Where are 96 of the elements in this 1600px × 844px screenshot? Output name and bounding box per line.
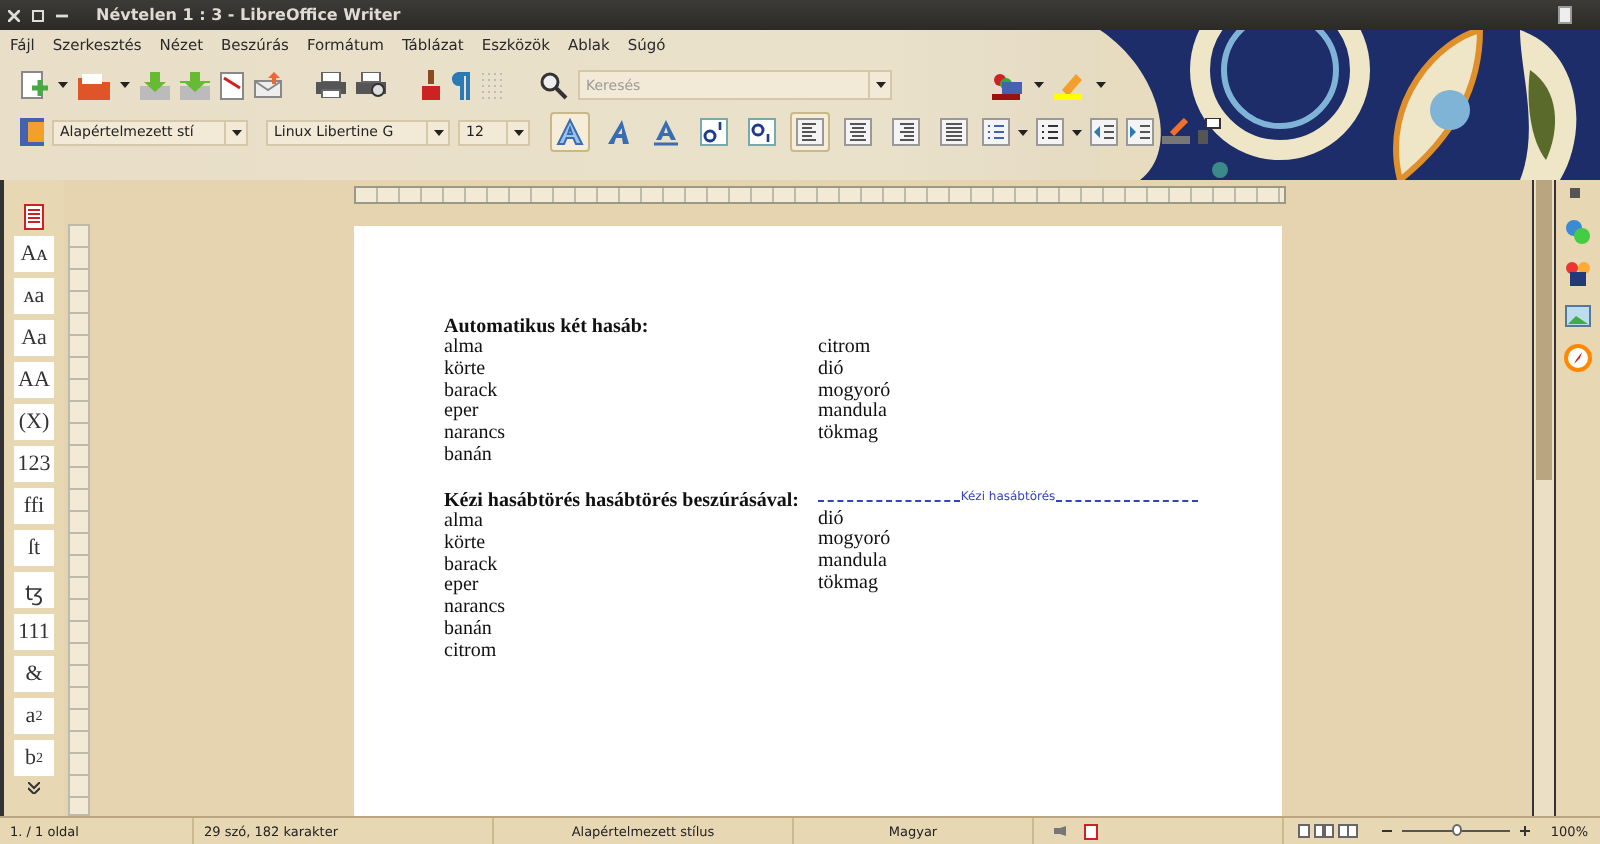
text-line: tökmag xyxy=(818,424,880,446)
envelope-icon[interactable] xyxy=(254,72,284,98)
text-line: dió xyxy=(818,360,846,382)
text-line: alma xyxy=(444,512,485,534)
glyph-button[interactable]: Aᴀ xyxy=(14,236,54,272)
new-document-icon[interactable] xyxy=(20,70,48,100)
text-line: barack xyxy=(444,381,500,403)
list-icon[interactable] xyxy=(982,118,1010,146)
glyph-button[interactable]: AA xyxy=(14,362,54,398)
signature-icon[interactable] xyxy=(1084,823,1098,839)
text-line: banán xyxy=(444,445,494,468)
glyph-button[interactable]: ꜩ xyxy=(14,572,54,608)
grid-icon xyxy=(480,71,508,99)
text-line: mandula xyxy=(818,402,887,424)
subscript-icon xyxy=(748,118,776,146)
text-line: banán xyxy=(444,619,494,642)
glyph-button[interactable]: Aa xyxy=(14,320,54,356)
caret-icon[interactable] xyxy=(1096,82,1106,88)
caret-icon[interactable] xyxy=(1034,82,1044,88)
align-center-button[interactable] xyxy=(838,112,878,152)
minimize-icon[interactable] xyxy=(56,9,68,21)
gallery-icon[interactable] xyxy=(1564,260,1592,288)
book-view-icon[interactable] xyxy=(1338,824,1359,838)
subscript-button[interactable] xyxy=(742,112,782,152)
text-line: mogyoró xyxy=(818,381,893,403)
pilcrow-icon[interactable] xyxy=(452,71,470,99)
italic-font-icon xyxy=(604,118,632,146)
align-left-icon xyxy=(796,118,824,146)
gallery-icon[interactable] xyxy=(992,71,1024,99)
text-line: mogyoró xyxy=(818,530,893,552)
outline-font-icon xyxy=(556,118,584,146)
search-icon[interactable] xyxy=(540,71,568,99)
window-title: Névtelen 1 : 3 - LibreOffice Writer xyxy=(96,6,401,24)
two-page-icon[interactable] xyxy=(1314,824,1335,838)
folder-icon[interactable] xyxy=(78,71,110,99)
glyph-button[interactable]: ᴀa xyxy=(14,278,54,314)
text-line: citrom xyxy=(444,641,499,663)
section-heading: Automatikus két hasáb: xyxy=(444,317,651,338)
text-line: tökmag xyxy=(818,573,880,595)
section-heading: Kézi hasábtörés hasábtörés beszúrásával: xyxy=(444,491,801,512)
numbered-list-icon[interactable] xyxy=(1036,118,1064,146)
single-page-icon[interactable] xyxy=(1298,824,1311,838)
caret-icon[interactable] xyxy=(1072,129,1082,135)
caret-icon[interactable] xyxy=(1018,129,1028,135)
text-line: citrom xyxy=(818,338,873,360)
styles-icon[interactable] xyxy=(1564,218,1592,246)
style-list-icon[interactable] xyxy=(20,118,44,146)
text-line: eper xyxy=(444,576,481,599)
zoom-slider-thumb[interactable] xyxy=(1451,824,1462,836)
text-line: dió xyxy=(818,509,846,530)
glyph-button[interactable]: 123 xyxy=(14,446,54,482)
scrollbar[interactable] xyxy=(1532,180,1556,816)
align-center-icon xyxy=(844,118,872,146)
outline-font-button[interactable] xyxy=(550,112,590,152)
sidebar-menu-icon[interactable] xyxy=(1570,188,1586,204)
glyph-button[interactable]: ffi xyxy=(14,488,54,524)
glyph-button[interactable]: ſt xyxy=(14,530,54,566)
caret-icon[interactable] xyxy=(513,129,523,135)
more-icon[interactable] xyxy=(28,782,40,794)
align-right-icon xyxy=(892,118,920,146)
text-line: mandula xyxy=(818,552,889,574)
zoom-in-icon[interactable] xyxy=(1520,826,1531,836)
caret-icon[interactable] xyxy=(231,129,241,135)
superscript-icon xyxy=(700,118,728,146)
text-line: narancs xyxy=(444,598,508,620)
picture-icon[interactable] xyxy=(1564,302,1592,330)
align-left-button[interactable] xyxy=(790,112,830,152)
glyph-button[interactable]: & xyxy=(14,656,54,692)
glyph-button[interactable]: (X) xyxy=(14,404,54,440)
align-right-button[interactable] xyxy=(886,112,926,152)
justify-icon xyxy=(940,118,968,146)
text-line: eper xyxy=(444,402,481,425)
print-preview-icon[interactable] xyxy=(356,72,386,98)
paintbrush-icon[interactable] xyxy=(418,70,442,100)
underline-font-icon xyxy=(652,118,680,146)
glyph-button[interactable]: 111 xyxy=(14,614,54,650)
decrease-indent-icon[interactable] xyxy=(1090,118,1118,146)
caret-icon[interactable] xyxy=(875,82,885,88)
caret-icon[interactable] xyxy=(58,82,68,88)
close-icon[interactable] xyxy=(8,9,20,21)
justify-button[interactable] xyxy=(934,112,974,152)
text-line: körte xyxy=(444,534,488,556)
record-icon[interactable] xyxy=(1054,826,1068,836)
text-line: narancs xyxy=(444,424,508,446)
document-icon xyxy=(1558,6,1572,24)
maximize-icon[interactable] xyxy=(32,9,44,21)
superscript-button[interactable] xyxy=(694,112,734,152)
zoom-out-icon[interactable] xyxy=(1382,826,1393,836)
text-line: körte xyxy=(444,360,488,382)
text-line: alma xyxy=(444,338,485,360)
text-line: barack xyxy=(444,555,500,577)
increase-indent-icon[interactable] xyxy=(1126,118,1154,146)
caret-icon[interactable] xyxy=(433,129,443,135)
printer-icon[interactable] xyxy=(316,72,346,98)
page-icon[interactable] xyxy=(24,204,44,230)
caret-icon[interactable] xyxy=(120,82,130,88)
